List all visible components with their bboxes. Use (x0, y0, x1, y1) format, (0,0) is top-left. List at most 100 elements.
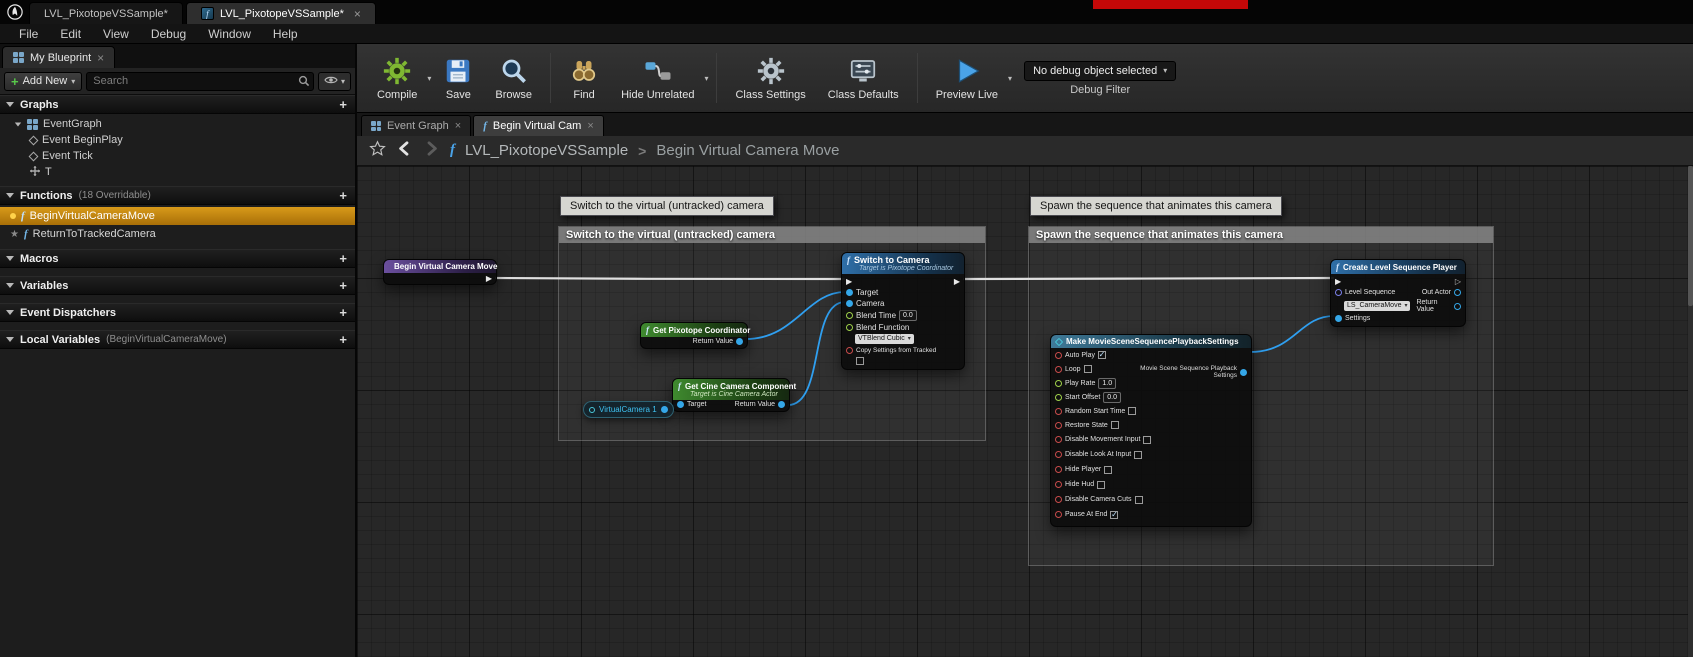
tab-event-graph[interactable]: Event Graph × (361, 115, 471, 136)
node-header[interactable]: Begin Virtual Camera Move (384, 260, 496, 273)
bool-pin[interactable] (1055, 451, 1062, 458)
return-value-pin[interactable] (778, 401, 785, 408)
level-sequence-select[interactable]: LS_CameraMove ▾ (1344, 301, 1410, 311)
tree-item-event-tick[interactable]: Event Tick (0, 148, 355, 164)
exec-out-pin[interactable]: ▶ (954, 278, 960, 286)
start-offset-value[interactable]: 0.0 (1103, 392, 1121, 403)
function-item-beginvirtualcameramove[interactable]: f BeginVirtualCameraMove (0, 207, 355, 225)
preview-live-button[interactable]: Preview Live (926, 52, 1008, 105)
bool-pin[interactable] (1055, 422, 1062, 429)
float-pin[interactable] (1055, 380, 1062, 387)
menu-help[interactable]: Help (262, 25, 309, 43)
comment-title[interactable]: Switch to the virtual (untracked) camera (559, 227, 985, 243)
camera-pin[interactable] (846, 300, 853, 307)
auto-play-checkbox[interactable] (1098, 351, 1106, 359)
search-input[interactable] (86, 72, 314, 91)
level-sequence-pin[interactable] (1335, 289, 1342, 296)
restore-state-checkbox[interactable] (1111, 421, 1119, 429)
blend-time-value[interactable]: 0.0 (899, 310, 917, 321)
class-defaults-button[interactable]: Class Defaults (818, 52, 909, 105)
function-item-returntotrackedcamera[interactable]: ★ f ReturnToTrackedCamera (0, 225, 355, 243)
node-header[interactable]: f Get Cine Camera Component Target is Ci… (673, 379, 789, 400)
my-blueprint-tab[interactable]: My Blueprint × (2, 46, 115, 68)
blend-time-pin[interactable] (846, 312, 853, 319)
close-icon[interactable]: × (455, 120, 461, 132)
blend-function-pin[interactable] (846, 324, 853, 331)
tree-item-event-beginplay[interactable]: Event BeginPlay (0, 132, 355, 148)
window-tab-level[interactable]: LVL_PixotopeVSSample* (29, 2, 183, 24)
menu-window[interactable]: Window (197, 25, 262, 43)
tab-begin-virtual-camera-move[interactable]: f Begin Virtual Cam × (473, 115, 604, 136)
section-variables[interactable]: Variables + (0, 276, 355, 295)
pause-at-end-checkbox[interactable] (1110, 511, 1118, 519)
bool-pin[interactable] (1055, 436, 1062, 443)
bool-pin[interactable] (1055, 466, 1062, 473)
node-create-level-sequence-player[interactable]: f Create Level Sequence Player ▶ ▷ Level… (1330, 259, 1466, 327)
add-graph-button[interactable]: + (339, 98, 347, 111)
chevron-down-icon[interactable]: ▾ (704, 74, 708, 83)
graph-canvas[interactable]: Switch to the virtual (untracked) camera… (357, 166, 1693, 657)
copy-settings-checkbox[interactable] (856, 357, 864, 365)
output-pin[interactable] (1240, 369, 1247, 376)
menu-edit[interactable]: Edit (49, 25, 92, 43)
bool-pin[interactable] (1055, 366, 1062, 373)
settings-pin[interactable] (1335, 315, 1342, 322)
debug-object-select[interactable]: No debug object selected ▾ (1024, 61, 1176, 81)
disable-camera-cuts-checkbox[interactable] (1135, 496, 1143, 504)
out-actor-pin[interactable] (1454, 289, 1461, 296)
bool-pin[interactable] (1055, 352, 1062, 359)
node-begin-virtual-camera-move[interactable]: Begin Virtual Camera Move ▶ (383, 259, 497, 285)
loop-checkbox[interactable] (1084, 365, 1092, 373)
scrollbar-thumb[interactable] (1688, 166, 1693, 306)
node-header[interactable]: f Create Level Sequence Player (1331, 260, 1465, 274)
section-functions[interactable]: Functions (18 Overridable) + (0, 186, 355, 205)
add-local-variable-button[interactable]: + (339, 333, 347, 346)
favorite-star-icon[interactable] (369, 140, 386, 162)
exec-in-pin[interactable]: ▶ (846, 278, 852, 286)
add-variable-button[interactable]: + (339, 279, 347, 292)
menu-view[interactable]: View (92, 25, 140, 43)
blend-function-select[interactable]: VTBlend Cubic ▾ (855, 334, 914, 344)
bool-pin[interactable] (1055, 496, 1062, 503)
browse-button[interactable]: Browse (485, 52, 542, 105)
exec-out-pin[interactable]: ▶ (486, 275, 492, 283)
float-pin[interactable] (1055, 394, 1062, 401)
section-macros[interactable]: Macros + (0, 249, 355, 268)
node-get-pixotope-coordinator[interactable]: f Get Pixotope Coordinator Return Value (640, 322, 748, 349)
find-button[interactable]: Find (559, 52, 609, 105)
tree-item-t[interactable]: T (0, 164, 355, 180)
node-switch-to-camera[interactable]: f Switch to Camera Target is Pixotope Co… (841, 252, 965, 370)
section-local-variables[interactable]: Local Variables (BeginVirtualCameraMove)… (0, 330, 355, 349)
tree-item-eventgraph[interactable]: EventGraph (0, 116, 355, 132)
menu-file[interactable]: File (8, 25, 49, 43)
return-value-pin[interactable] (1454, 303, 1461, 310)
close-icon[interactable]: × (587, 120, 593, 132)
target-pin[interactable] (677, 401, 684, 408)
back-arrow-icon[interactable] (396, 140, 413, 162)
copy-settings-pin[interactable] (846, 347, 853, 354)
class-settings-button[interactable]: Class Settings (725, 52, 815, 105)
bool-pin[interactable] (1055, 511, 1062, 518)
hide-unrelated-button[interactable]: Hide Unrelated (611, 52, 704, 105)
comment-title[interactable]: Spawn the sequence that animates this ca… (1029, 227, 1493, 243)
add-function-button[interactable]: + (339, 189, 347, 202)
node-header[interactable]: Make MovieSceneSequencePlaybackSettings (1051, 335, 1251, 348)
disable-look-at-input-checkbox[interactable] (1134, 451, 1142, 459)
add-new-button[interactable]: + Add New ▾ (4, 72, 82, 91)
return-value-pin[interactable] (736, 338, 743, 345)
close-icon[interactable]: × (97, 51, 104, 65)
window-tab-blueprint[interactable]: f LVL_PixotopeVSSample* × (186, 2, 376, 24)
play-rate-value[interactable]: 1.0 (1098, 378, 1116, 389)
random-start-time-checkbox[interactable] (1128, 407, 1136, 415)
compile-button[interactable]: Compile (367, 52, 427, 105)
view-options-button[interactable]: ▾ (318, 72, 351, 91)
section-event-dispatchers[interactable]: Event Dispatchers + (0, 303, 355, 322)
vertical-scrollbar[interactable] (1688, 166, 1693, 657)
save-button[interactable]: Save (433, 52, 483, 105)
node-make-playback-settings[interactable]: Make MovieSceneSequencePlaybackSettings … (1050, 334, 1252, 527)
breadcrumb-root[interactable]: LVL_PixotopeVSSample (465, 142, 628, 159)
add-macro-button[interactable]: + (339, 252, 347, 265)
target-pin[interactable] (846, 289, 853, 296)
exec-in-pin[interactable]: ▶ (1335, 278, 1341, 286)
hide-player-checkbox[interactable] (1104, 466, 1112, 474)
